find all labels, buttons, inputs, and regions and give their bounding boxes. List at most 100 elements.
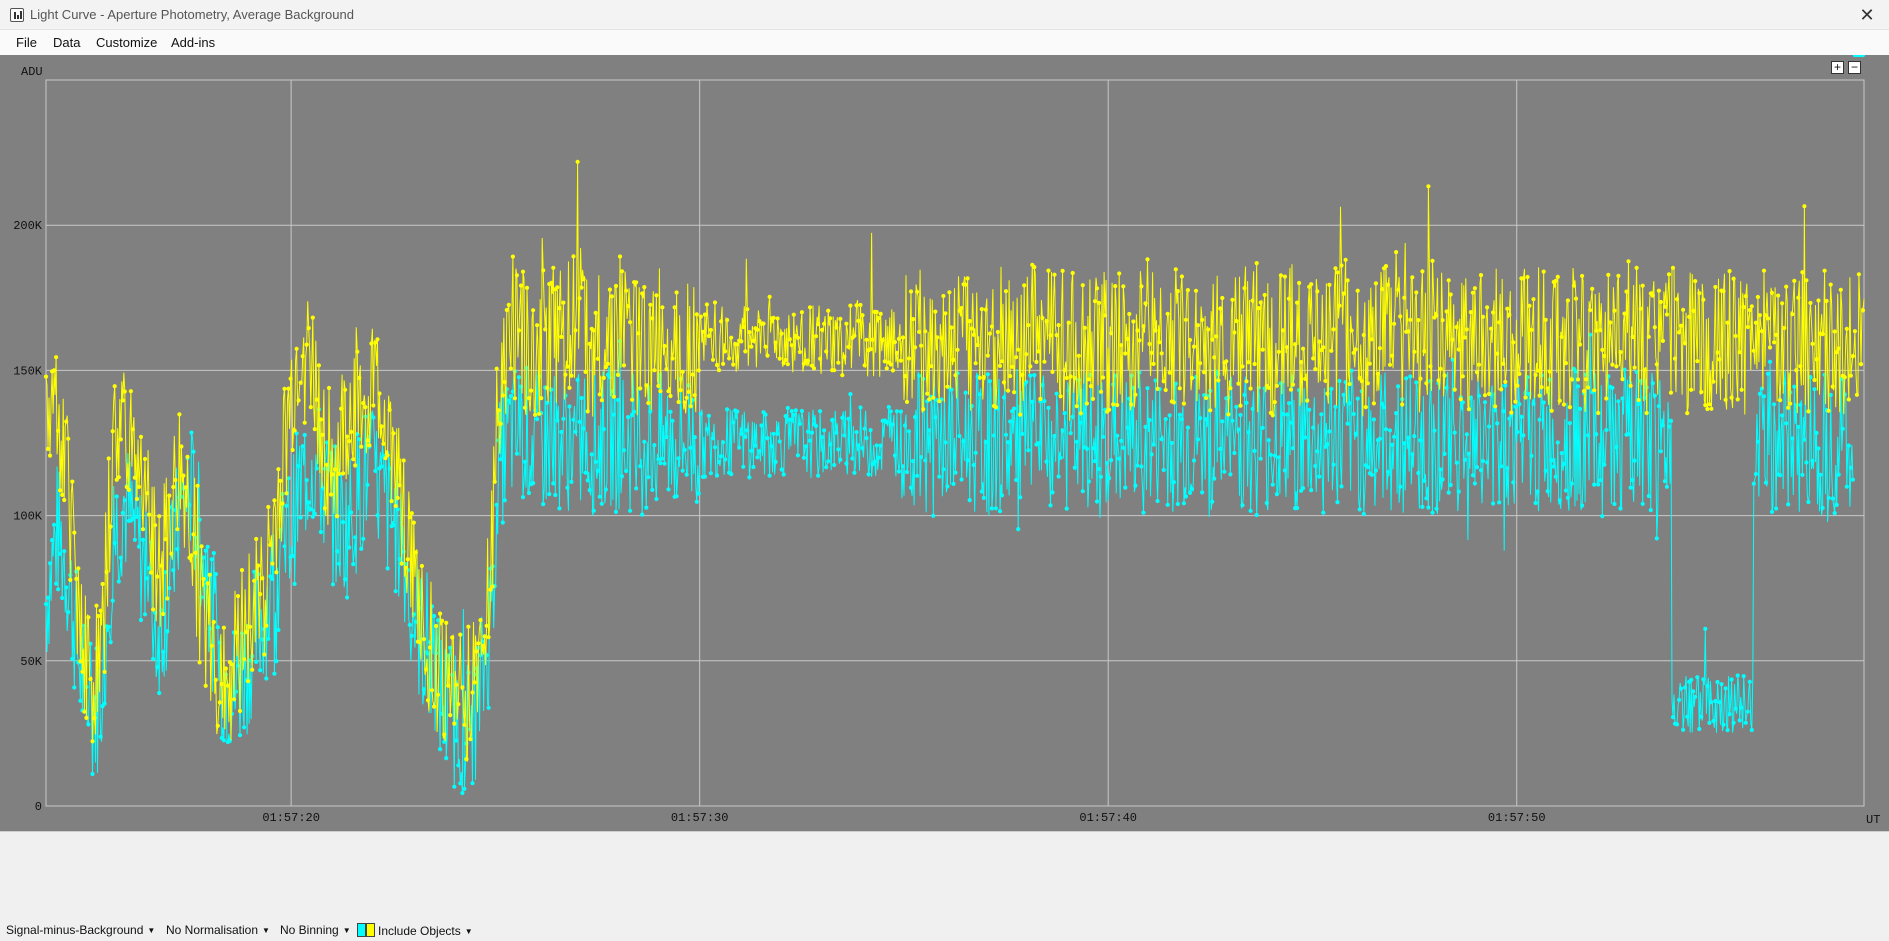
data-point	[575, 377, 580, 382]
data-point	[1776, 293, 1781, 298]
data-point	[1149, 452, 1154, 457]
data-point	[1171, 400, 1176, 405]
data-point	[379, 424, 384, 429]
data-point	[78, 659, 83, 664]
data-point	[58, 488, 63, 493]
data-point	[312, 427, 317, 432]
data-point	[613, 283, 619, 289]
data-point	[132, 537, 137, 542]
data-point	[824, 349, 829, 354]
data-point	[743, 434, 748, 439]
data-point	[1248, 386, 1253, 391]
window-title: Light Curve - Aperture Photometry, Avera…	[30, 7, 354, 22]
data-point	[797, 349, 803, 355]
data-point	[911, 459, 916, 464]
close-button[interactable]: ✕	[1855, 3, 1879, 27]
data-point	[1137, 338, 1142, 343]
data-point	[1325, 442, 1330, 447]
data-point	[1410, 452, 1415, 457]
data-point	[1167, 413, 1172, 418]
normalisation-dropdown[interactable]: No Normalisation ▼	[166, 923, 270, 937]
data-point	[1466, 407, 1471, 412]
data-point	[987, 331, 993, 336]
data-point	[882, 359, 887, 364]
data-point	[1022, 283, 1027, 288]
data-point	[145, 576, 150, 581]
data-point	[1147, 418, 1152, 423]
data-point	[765, 436, 770, 441]
data-point	[531, 481, 536, 486]
menu-bar: File Data Customize Add-ins	[0, 30, 1889, 55]
data-point	[1491, 310, 1496, 315]
data-point	[1321, 510, 1326, 515]
data-point	[753, 443, 758, 448]
data-point	[937, 474, 942, 479]
data-point	[1553, 474, 1558, 479]
data-point	[1638, 306, 1643, 311]
data-point	[1759, 329, 1764, 334]
data-point	[258, 592, 263, 597]
data-point	[233, 630, 239, 635]
data-point	[1596, 410, 1601, 416]
data-point	[140, 537, 146, 542]
menu-add-ins[interactable]: Add-ins	[171, 35, 215, 50]
data-point	[1755, 439, 1760, 444]
data-point	[1436, 378, 1441, 383]
data-point	[1485, 460, 1490, 465]
data-point	[189, 553, 194, 558]
data-point	[583, 470, 588, 475]
data-point	[62, 549, 67, 554]
chart-svg: 050K100K150K200K01:57:20 01:57:30 01:57:40…	[13, 55, 1880, 827]
data-point	[427, 645, 433, 650]
data-point	[1125, 425, 1130, 430]
data-point	[1189, 486, 1195, 492]
data-point	[1685, 411, 1690, 416]
data-point	[1626, 259, 1631, 264]
data-point	[537, 411, 542, 416]
menu-file[interactable]: File	[16, 35, 37, 50]
data-point	[1090, 396, 1095, 401]
data-point	[306, 500, 311, 505]
zoom-in-button[interactable]: +	[1831, 61, 1844, 74]
data-point	[1699, 714, 1704, 719]
data-point	[967, 498, 972, 503]
data-point	[1454, 325, 1459, 330]
signal-mode-dropdown[interactable]: Signal-minus-Background ▼	[6, 923, 155, 937]
data-point	[1272, 400, 1277, 405]
data-point	[963, 390, 968, 395]
data-point	[195, 483, 200, 488]
data-point	[850, 456, 855, 461]
data-point	[442, 732, 447, 737]
data-point	[462, 722, 467, 727]
data-point	[1394, 250, 1399, 255]
data-point	[1365, 381, 1370, 386]
y-tick-label: 200K	[13, 219, 43, 233]
data-point	[535, 323, 540, 328]
menu-customize[interactable]: Customize	[96, 35, 157, 50]
data-point	[1474, 465, 1480, 470]
data-point	[888, 362, 893, 367]
light-curve-plot[interactable]: 0 50K 100K 150K 200K 01:57:20 01:57:30 01:57:40…	[0, 55, 1889, 831]
zoom-out-button[interactable]: −	[1848, 61, 1861, 74]
data-point	[589, 452, 594, 457]
data-point	[359, 444, 364, 449]
title-bar: Light Curve - Aperture Photometry, Avera…	[0, 0, 1889, 30]
data-point	[330, 582, 336, 587]
data-point	[1317, 339, 1322, 344]
data-point	[1098, 389, 1104, 394]
data-point	[153, 523, 158, 528]
data-point	[1250, 406, 1255, 411]
binning-dropdown[interactable]: No Binning ▼	[280, 923, 351, 937]
data-point	[1353, 431, 1358, 436]
objects-dropdown[interactable]: Include Objects ▼	[357, 923, 473, 938]
menu-data[interactable]: Data	[53, 35, 80, 50]
data-point	[508, 366, 513, 371]
data-point	[597, 392, 602, 397]
data-point	[1584, 377, 1589, 382]
data-point	[935, 335, 940, 340]
data-point	[731, 420, 736, 425]
data-point	[543, 327, 548, 332]
data-point	[1282, 274, 1287, 279]
data-point	[1100, 375, 1106, 380]
data-point	[927, 397, 932, 402]
